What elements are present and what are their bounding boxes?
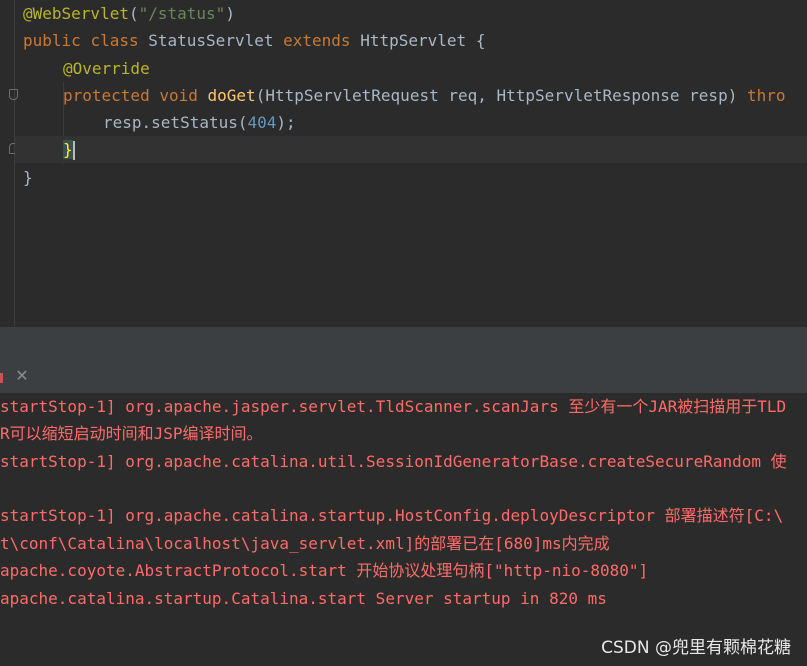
- log-line: t\conf\Catalina\localhost\java_servlet.x…: [0, 534, 610, 553]
- log-line: apache.coyote.AbstractProtocol.start 开始协…: [0, 561, 649, 580]
- watermark: CSDN @兜里有颗棉花糖: [601, 638, 791, 658]
- text-caret: [72, 141, 75, 160]
- method-name: doGet: [207, 86, 256, 105]
- fold-method-icon[interactable]: [9, 89, 18, 100]
- annotation-token: @WebServlet: [23, 4, 129, 23]
- code-line-1[interactable]: @WebServlet("/status"): [23, 0, 235, 27]
- code-line-4[interactable]: protected void doGet(HttpServletRequest …: [63, 82, 786, 109]
- class-name: StatusServlet: [148, 31, 274, 50]
- log-line: apache.catalina.startup.Catalina.start S…: [0, 589, 607, 608]
- panel-splitter[interactable]: [0, 326, 807, 362]
- code-line-5[interactable]: resp.setStatus(404);: [103, 109, 296, 136]
- log-line: R可以缩短启动时间和JSP编译时间。: [0, 424, 263, 443]
- log-line: startStop-1] org.apache.catalina.util.Se…: [0, 452, 787, 471]
- number-token: 404: [247, 113, 277, 132]
- log-line: startStop-1] org.apache.jasper.servlet.T…: [0, 397, 787, 416]
- code-line-3[interactable]: @Override: [63, 55, 150, 82]
- current-line-highlight: [15, 136, 807, 163]
- matched-brace: }: [63, 140, 73, 159]
- code-line-6[interactable]: }: [63, 136, 75, 163]
- code-line-7[interactable]: }: [23, 164, 33, 191]
- run-console[interactable]: startStop-1] org.apache.jasper.servlet.T…: [0, 393, 807, 666]
- gutter-divider: [14, 0, 15, 326]
- code-editor[interactable]: @WebServlet("/status") public class Stat…: [0, 0, 807, 326]
- run-tab-indicator: [0, 373, 3, 383]
- code-line-2[interactable]: public class StatusServlet extends HttpS…: [23, 27, 485, 54]
- close-icon[interactable]: ✕: [14, 367, 30, 385]
- string-token: "/status": [138, 4, 226, 23]
- run-tool-window-header: [0, 361, 807, 394]
- log-line: startStop-1] org.apache.catalina.startup…: [0, 506, 784, 525]
